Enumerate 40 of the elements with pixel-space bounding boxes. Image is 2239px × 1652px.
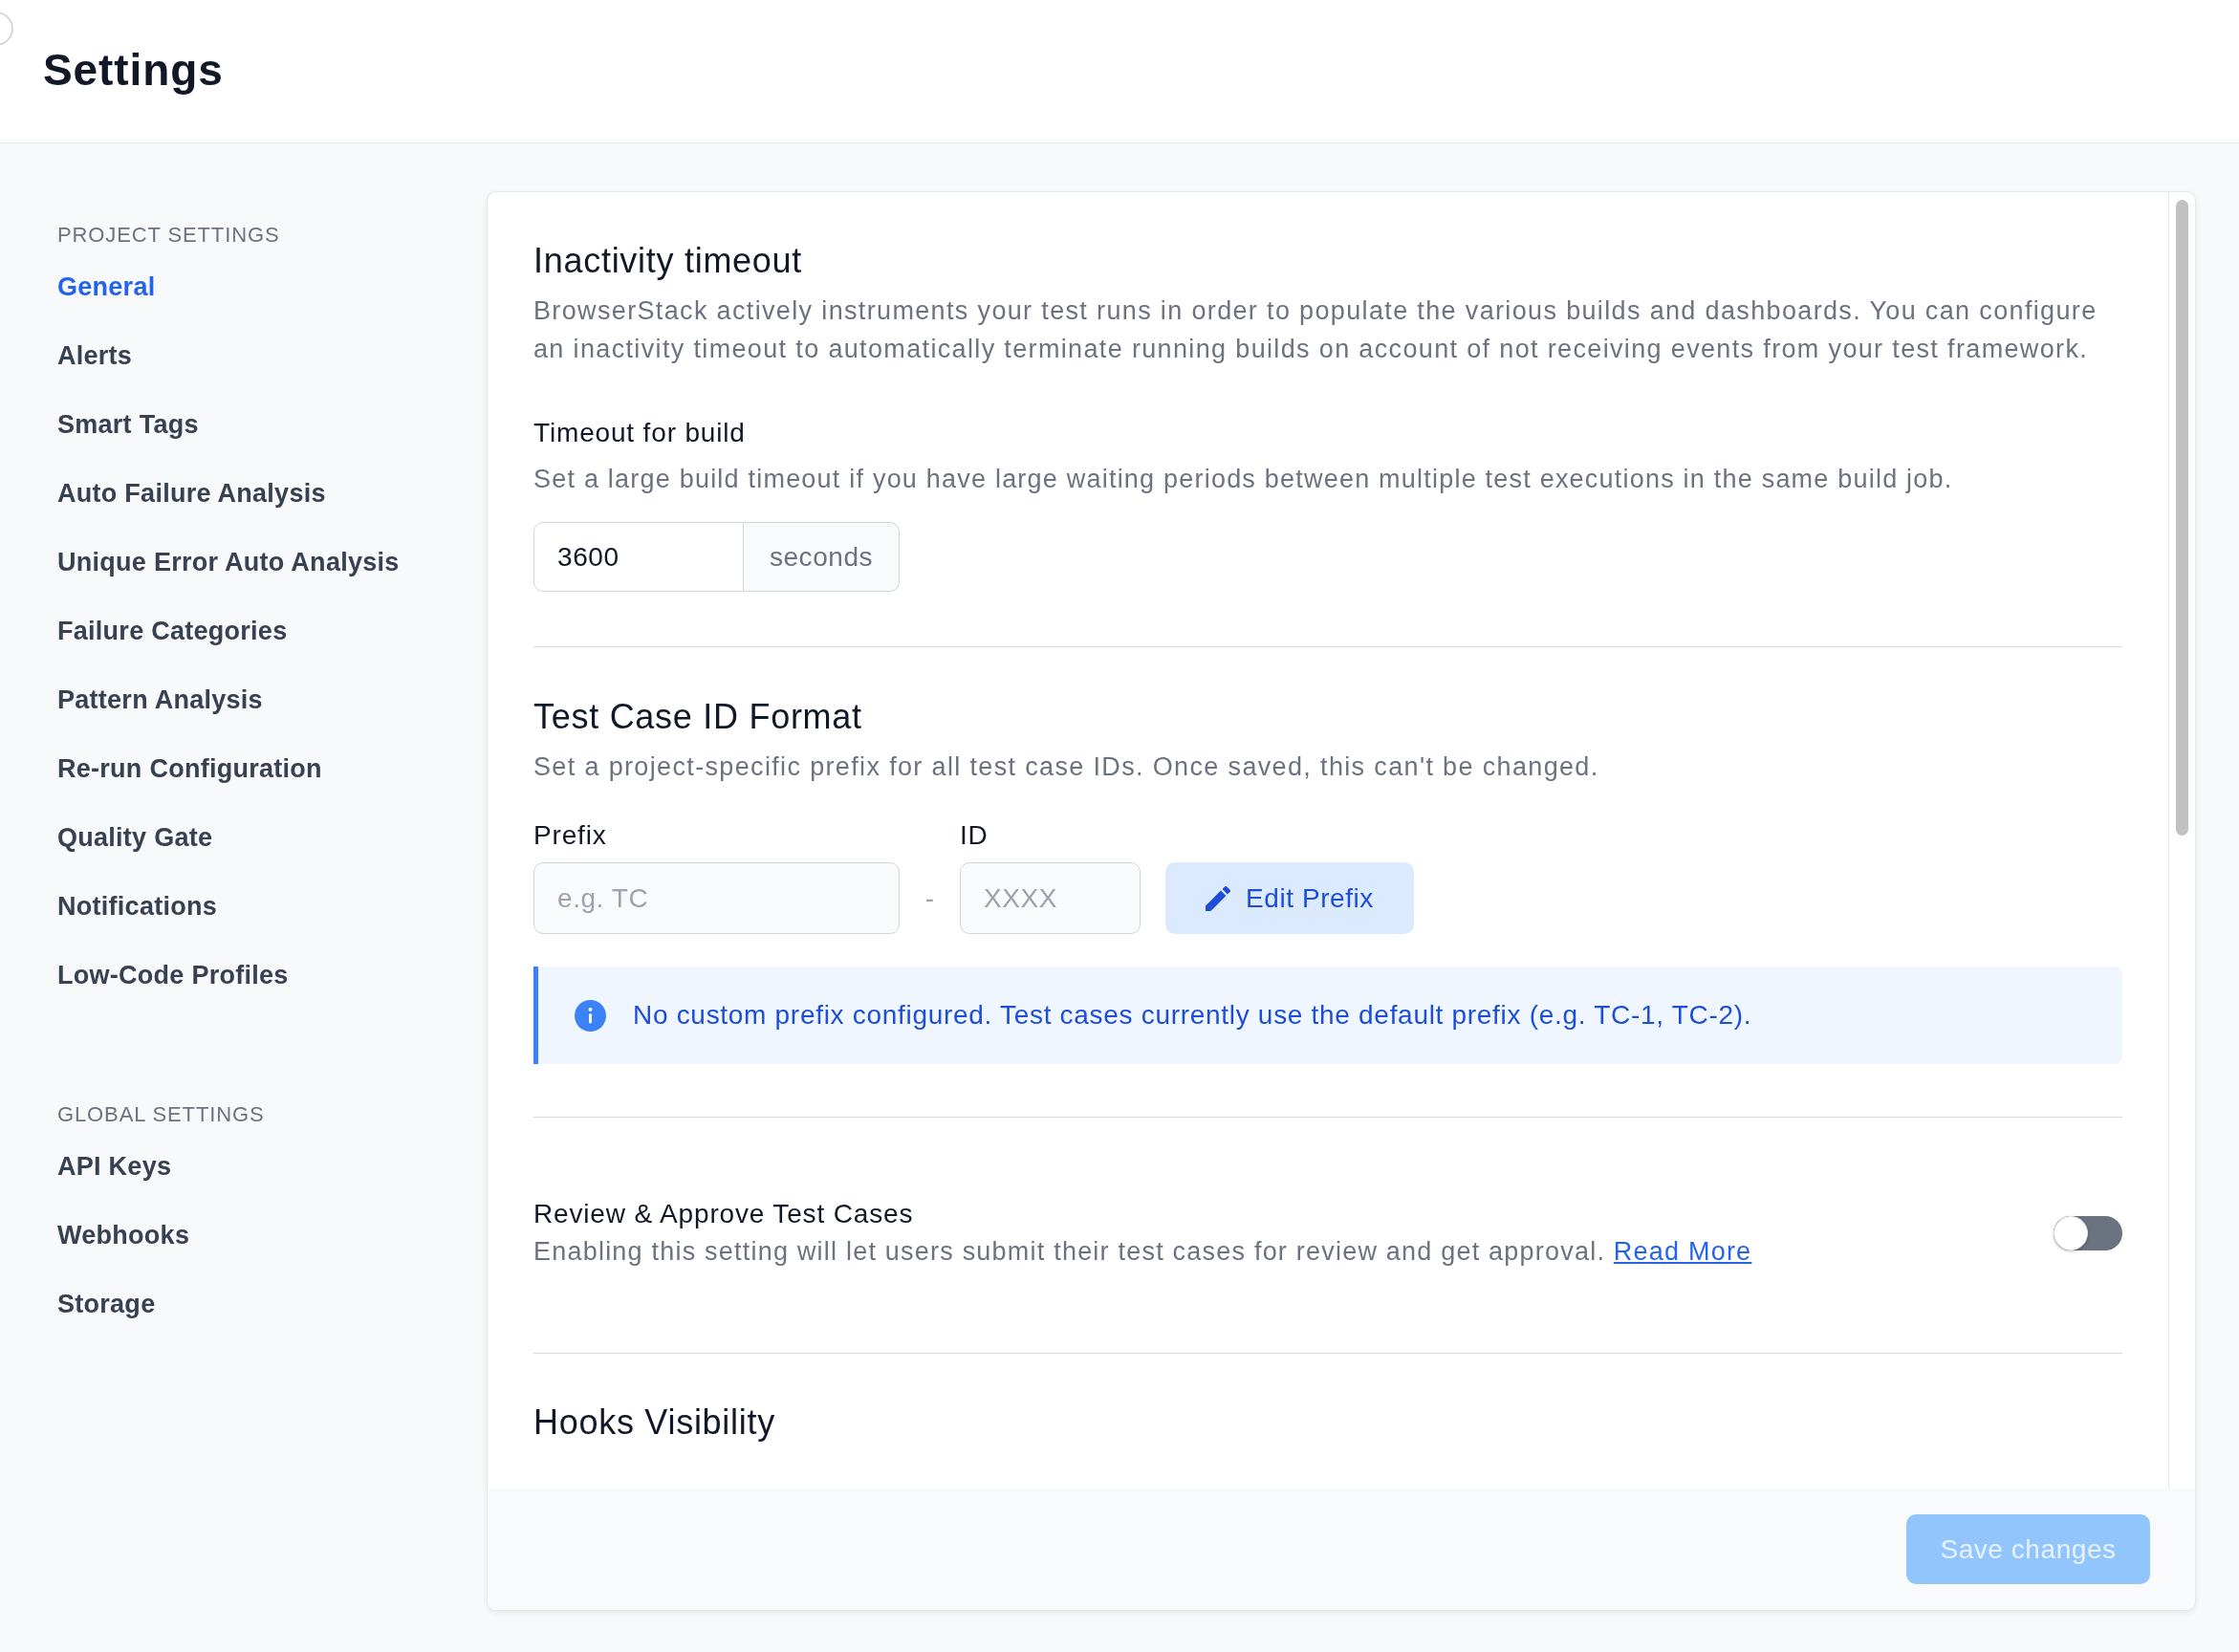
scrollbar-thumb[interactable]: [2176, 200, 2188, 836]
page-title: Settings: [43, 43, 224, 96]
sidebar-item[interactable]: Unique Error Auto Analysis: [57, 544, 400, 580]
sidebar-item[interactable]: Auto Failure Analysis: [57, 475, 326, 511]
field-label: ID: [960, 819, 989, 852]
field-hint: Set a large build timeout if you have large waiting periods between multiple test executions in the same build job.: [533, 464, 1954, 495]
section-title: Inactivity timeout: [533, 240, 804, 282]
sidebar-item[interactable]: Pattern Analysis: [57, 682, 263, 718]
prefix-input[interactable]: e.g. TC: [533, 862, 900, 934]
sidebar-heading: GLOBAL SETTINGS: [57, 1101, 265, 1128]
pencil-icon: [1206, 885, 1231, 911]
sidebar-item[interactable]: Notifications: [57, 888, 217, 924]
sidebar-item[interactable]: Smart Tags: [57, 406, 199, 443]
section-title: Hooks Visibility: [533, 1402, 776, 1444]
sidebar-item[interactable]: General: [57, 269, 156, 305]
alert-message: No custom prefix configured. Test cases currently use the default prefix (e.g. TC-1, TC-2).: [633, 999, 1752, 1032]
sidebar-item[interactable]: Quality Gate: [57, 819, 213, 856]
sidebar-item[interactable]: Alerts: [57, 337, 133, 374]
unit-label: seconds: [744, 522, 900, 592]
sidebar-item[interactable]: Storage: [57, 1286, 156, 1322]
section-title: Test Case ID Format: [533, 696, 863, 738]
sidebar-item[interactable]: Re-run Configuration: [57, 750, 322, 787]
section-description: BrowserStack actively instruments your test runs in order to populate the various builds and dashboards. You can configure an inactivity timeout to automatically terminate running builds on account of not receiving events from your test framework.: [533, 295, 2098, 365]
field-label: Timeout for build: [533, 417, 747, 449]
sidebar-item[interactable]: API Keys: [57, 1148, 172, 1185]
sidebar-heading: PROJECT SETTINGS: [57, 222, 280, 249]
setting-title: Review & Approve Test Cases: [533, 1198, 914, 1230]
timeout-input[interactable]: 3600: [533, 522, 744, 592]
id-input[interactable]: XXXX: [960, 862, 1141, 934]
field-label: Prefix: [533, 819, 607, 852]
sidebar-item[interactable]: Low-Code Profiles: [57, 957, 289, 993]
edit-prefix-button[interactable]: Edit Prefix: [1165, 862, 1414, 934]
sidebar-item[interactable]: Failure Categories: [57, 613, 288, 649]
toggle-switch[interactable]: [2054, 1216, 2122, 1250]
info-icon: [575, 999, 606, 1032]
setting-description: Enabling this setting will let users submit their test cases for review and get approval. Read More: [533, 1236, 1752, 1268]
read-more-link[interactable]: Read More: [1613, 1237, 1752, 1266]
sidebar-item[interactable]: Webhooks: [57, 1217, 190, 1253]
separator-text: -: [924, 881, 935, 915]
section-description: Set a project-specific prefix for all test case IDs. Once saved, this can't be changed.: [533, 751, 1600, 783]
